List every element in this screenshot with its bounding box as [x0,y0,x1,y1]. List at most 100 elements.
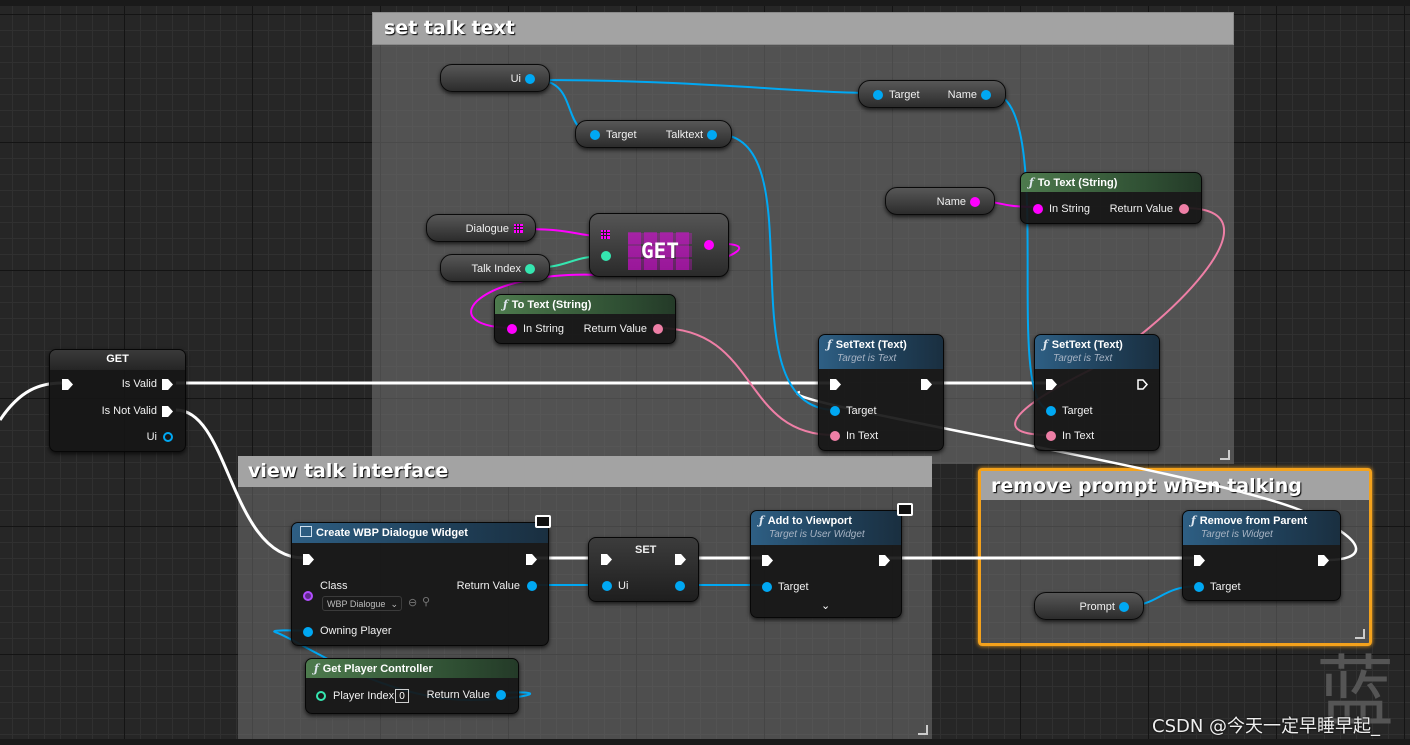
node-header: ƒ SetText (Text) Target is Text [819,335,943,369]
browse-icon[interactable]: ⊖ [408,596,417,609]
dialogue-variable-node[interactable]: Dialogue [426,214,536,242]
watermark-text: CSDN @今天一定早睡早起_ [1152,716,1381,737]
object-output-pin[interactable] [525,74,535,84]
exec-output-pin[interactable] [162,406,173,417]
int-input-pin[interactable] [316,691,326,701]
string-input-pin[interactable] [1033,204,1043,214]
exec-output-pin[interactable] [1318,555,1329,566]
player-index-input[interactable]: 0 [395,689,409,703]
talktext-getter-node[interactable]: Target Talktext [575,120,732,148]
object-input-pin[interactable] [1046,406,1056,416]
exec-input-pin[interactable] [1194,555,1205,566]
pin-label: Return Value [1109,203,1173,215]
settext-node[interactable]: ƒ SetText (Text) Target is Text Target In … [818,334,944,451]
exec-wire[interactable] [175,408,305,560]
ui-variable-node[interactable]: Ui [440,64,550,92]
pin-label: Target [1062,405,1093,417]
exec-output-pin[interactable] [526,554,537,565]
exec-output-pin-unconnected[interactable] [1137,379,1148,390]
function-icon: ƒ [314,662,319,675]
function-icon: ƒ [1029,176,1034,189]
pin-label: Owning Player [320,625,392,637]
prompt-variable-node[interactable]: Prompt [1034,592,1144,620]
settext-node[interactable]: ƒ SetText (Text) Target is Text Target In … [1034,334,1160,451]
object-input-pin[interactable] [830,406,840,416]
text-output-pin[interactable] [1179,204,1189,214]
exec-output-pin[interactable] [921,379,932,390]
object-output-pin[interactable] [675,581,685,591]
node-subtitle: Target is Text [837,353,897,364]
object-wire[interactable] [535,79,877,94]
function-icon: ƒ [1191,514,1196,527]
text-input-pin[interactable] [1046,431,1056,441]
text-input-pin[interactable] [830,431,840,441]
class-input-pin[interactable] [303,591,313,601]
object-input-pin[interactable] [163,432,173,442]
function-icon: ƒ [503,298,508,311]
set-ui-node[interactable]: SET Ui [588,537,699,602]
monitor-icon [897,503,913,516]
name-variable-node[interactable]: Name [885,187,995,215]
pin-label: Return Value [426,689,490,701]
pin-label: Target [889,89,920,101]
variable-label: Dialogue [465,223,509,235]
pin-label: In String [523,323,564,335]
class-select[interactable]: WBP Dialogue ⌄ [322,596,402,611]
pin-label: In String [1049,203,1090,215]
pin-label: Is Not Valid [101,405,157,417]
chevron-down-icon[interactable]: ⌄ [821,599,830,612]
exec-input-pin[interactable] [762,555,773,566]
node-header: GET [50,350,185,370]
object-output-pin[interactable] [981,90,991,100]
node-header: ƒ To Text (String) [1021,173,1201,192]
object-input-pin[interactable] [873,90,883,100]
to-text-node[interactable]: ƒ To Text (String) In String Return Value [494,294,676,344]
pin-label: In Text [846,430,879,442]
exec-input-pin[interactable] [62,379,73,390]
object-input-pin[interactable] [303,627,313,637]
object-input-pin[interactable] [762,582,772,592]
pin-label: Class [320,580,348,592]
array-grid-icon[interactable] [601,230,610,239]
remove-from-parent-node[interactable]: ƒ Remove from Parent Target is Widget Targ… [1182,510,1341,601]
name-getter-node[interactable]: Target Name [858,80,1006,108]
array-grid-icon[interactable] [514,224,523,233]
function-icon: ƒ [827,338,832,351]
wire-layer [0,79,1358,702]
create-widget-node[interactable]: Create WBP Dialogue Widget Class WBP Dia… [291,515,551,646]
add-to-viewport-node[interactable]: ƒ Add to Viewport Target is User Widget Ta… [750,503,913,618]
string-input-pin[interactable] [507,324,517,334]
object-input-pin[interactable] [1194,582,1204,592]
widget-class-icon [300,526,312,537]
node-title: Remove from Parent [1199,515,1308,527]
array-get-node[interactable]: GET [589,213,729,277]
exec-input-pin[interactable] [1046,379,1057,390]
validated-get-node[interactable]: GET Is Valid Is Not Valid Ui [49,349,186,452]
get-player-controller-node[interactable]: ƒ Get Player Controller Player Index 0 Re… [305,658,519,714]
exec-output-pin[interactable] [675,554,686,565]
search-icon[interactable]: ⚲ [422,595,430,608]
node-title: SetText (Text) [1051,339,1123,351]
object-output-pin[interactable] [1119,602,1129,612]
text-output-pin[interactable] [653,324,663,334]
object-input-pin[interactable] [590,130,600,140]
node-title: SET [635,544,657,556]
object-output-pin[interactable] [707,130,717,140]
to-text-node[interactable]: ƒ To Text (String) In String Return Value [1020,172,1202,224]
string-output-pin[interactable] [704,240,714,250]
exec-output-pin[interactable] [879,555,890,566]
exec-input-pin[interactable] [830,379,841,390]
exec-output-pin[interactable] [162,379,173,390]
object-output-pin[interactable] [527,581,537,591]
variable-label: Name [936,196,966,208]
pin-label: Return Value [583,323,647,335]
object-output-pin[interactable] [496,690,506,700]
talk-index-variable-node[interactable]: Talk Index [440,254,550,282]
string-output-pin[interactable] [970,197,980,207]
exec-input-pin[interactable] [303,554,314,565]
node-header: ƒ Get Player Controller [306,659,518,678]
int-output-pin[interactable] [525,264,535,274]
object-input-pin[interactable] [602,581,612,591]
int-input-pin[interactable] [601,251,611,261]
exec-input-pin[interactable] [601,554,612,565]
